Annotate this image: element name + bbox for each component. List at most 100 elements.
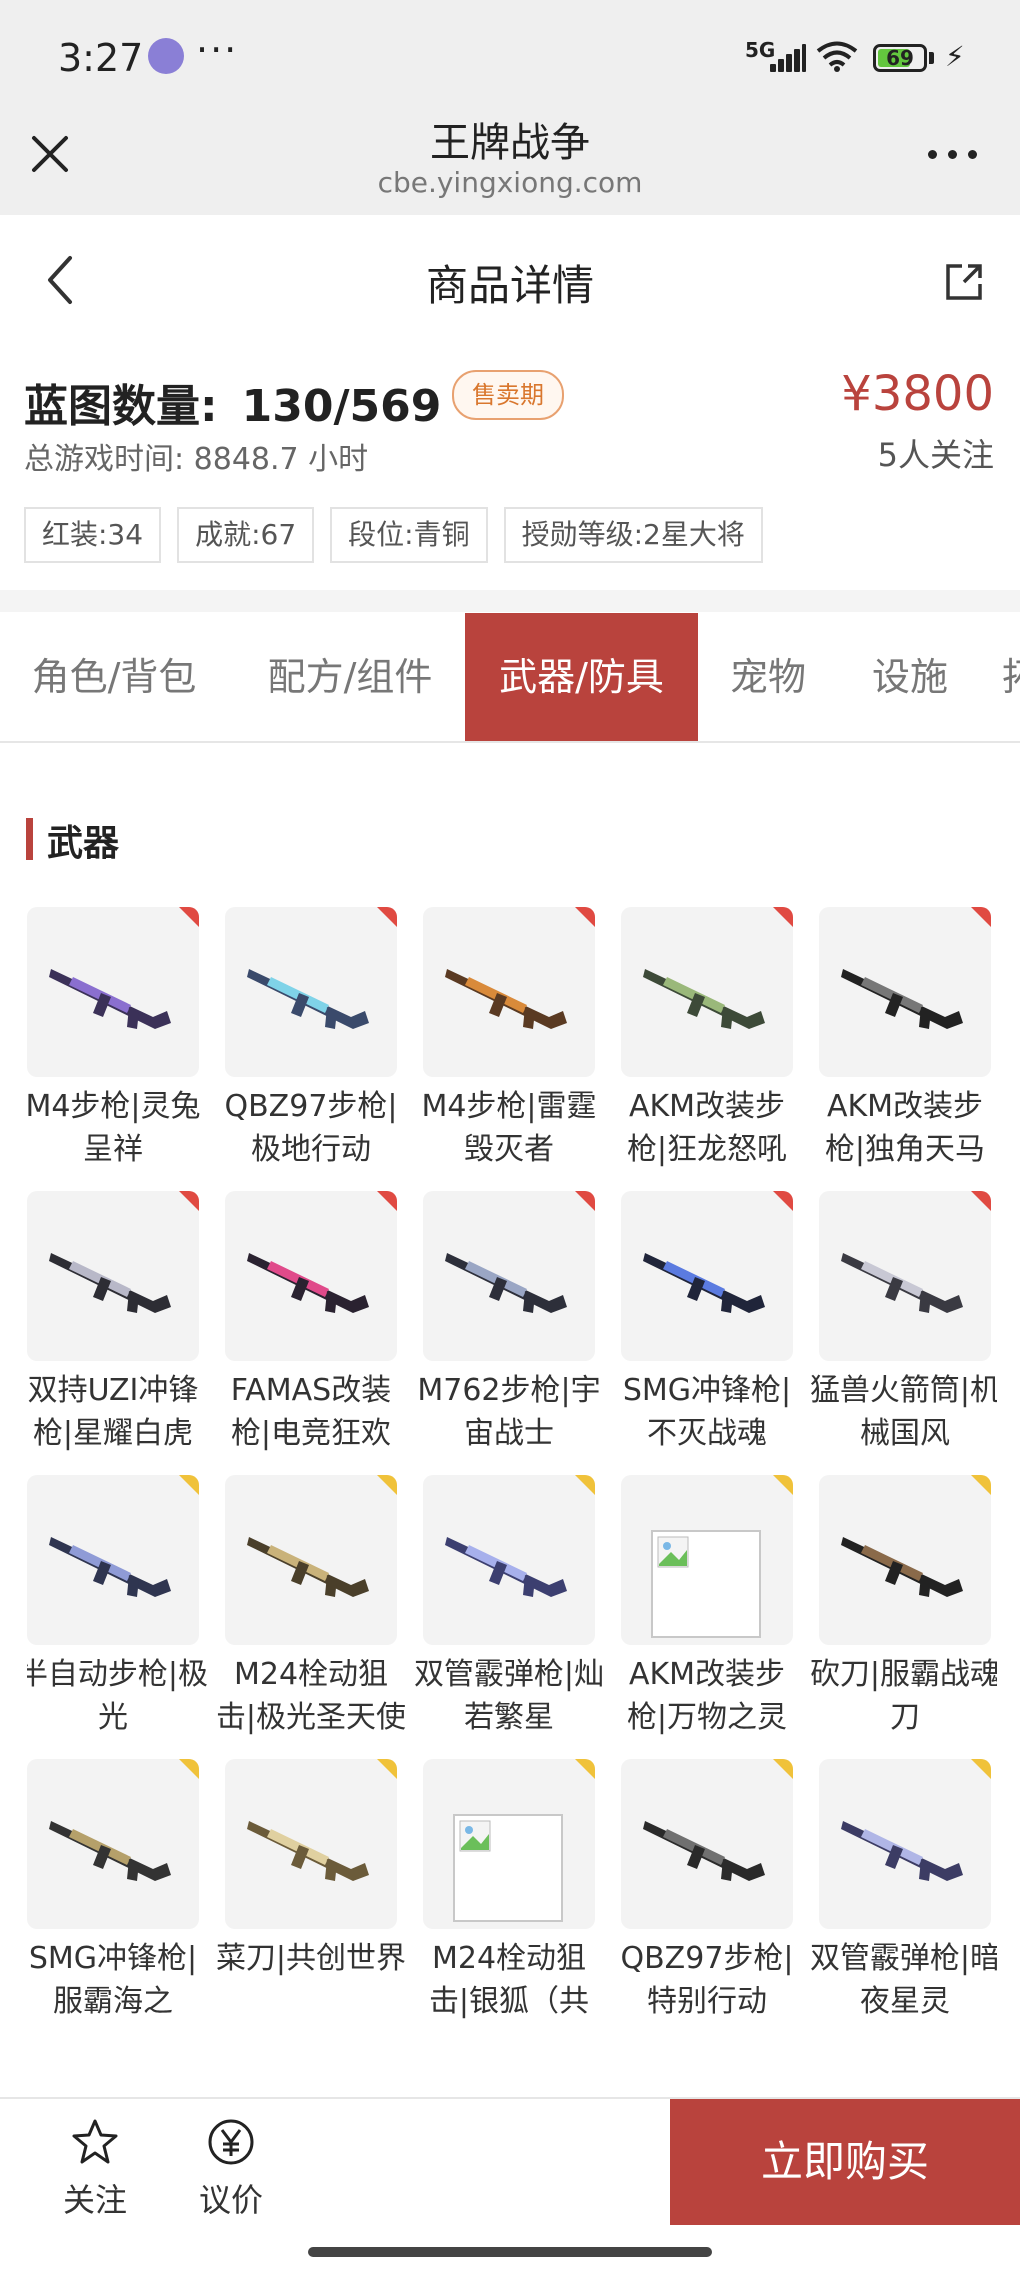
weapon-image <box>49 1537 171 1597</box>
broken-image-icon <box>459 1820 491 1852</box>
wifi-icon <box>816 41 858 72</box>
rarity-corner <box>773 1191 793 1211</box>
rarity-corner <box>377 1759 397 1779</box>
blueprint-count: 蓝图数量: 130/569 <box>24 370 441 434</box>
playtime: 总游戏时间: 8848.7 小时 <box>24 442 369 477</box>
weapon-name: SMG冲锋枪|服霸海之 <box>28 1941 198 2019</box>
weapon-thumbnail <box>423 1759 595 1929</box>
follow-label: 关注 <box>62 2181 127 2219</box>
rarity-corner <box>971 1191 991 1211</box>
weapon-thumbnail <box>27 1191 199 1361</box>
rarity-corner <box>971 1475 991 1495</box>
battery-icon: 69 <box>873 44 927 72</box>
weapon-image <box>247 1821 369 1881</box>
battery-cap <box>929 52 934 64</box>
weapon-name: AKM改装步枪|独角天马 <box>824 1089 986 1167</box>
weapon-thumbnail <box>27 1759 199 1929</box>
blueprint-label: 蓝图数量: <box>24 381 218 432</box>
weapon-thumbnail <box>225 1191 397 1361</box>
weapon-name: AKM改装步枪|狂龙怒吼 <box>626 1089 788 1167</box>
tab-facility[interactable]: 设施 <box>858 613 962 741</box>
weapon-thumbnail <box>621 907 793 1077</box>
rarity-corner <box>575 1475 595 1495</box>
share-icon[interactable] <box>942 260 986 304</box>
section-title: 武器 <box>47 823 120 864</box>
tag-achievement: 成就:67 <box>177 507 315 563</box>
weapon-name: M24栓动狙击|银狐（共 <box>428 1941 590 2019</box>
weapon-image <box>643 1821 765 1881</box>
weapon-image <box>643 1253 765 1313</box>
weapon-name: M24栓动狙击|极光圣天使 <box>215 1657 407 1735</box>
follow-button[interactable]: 关注 <box>52 2117 138 2221</box>
weapon-image <box>445 1253 567 1313</box>
weapon-thumbnail <box>621 1191 793 1361</box>
weapon-image <box>247 969 369 1029</box>
weapon-name: M762步枪|宇宙战士 <box>417 1373 601 1451</box>
tab-character-backpack[interactable]: 角色/背包 <box>0 613 228 741</box>
weapon-image <box>841 969 963 1029</box>
more-icon[interactable] <box>926 134 980 174</box>
charging-icon: ⚡ <box>945 40 965 73</box>
signal-icon <box>770 44 806 72</box>
weapon-thumbnail <box>819 1759 991 1929</box>
tab-recipe-component[interactable]: 配方/组件 <box>236 613 464 741</box>
rarity-corner <box>179 1759 199 1779</box>
weapon-thumbnail <box>621 1759 793 1929</box>
weapon-name: 双持UZI冲锋枪|星耀白虎 <box>27 1373 199 1451</box>
browser-url: cbe.yingxiong.com <box>377 166 643 199</box>
section-marker <box>26 818 33 860</box>
weapon-image <box>841 1537 963 1597</box>
bargain-button[interactable]: 议价 <box>188 2117 274 2221</box>
tab-pet[interactable]: 宠物 <box>718 613 818 741</box>
weapon-name: QBZ97步枪|特别行动 <box>620 1941 794 2019</box>
weapon-name: 半自动步枪|极光 <box>27 1657 209 1735</box>
tag-rank: 段位:青铜 <box>330 507 488 563</box>
weapon-image <box>841 1253 963 1313</box>
weapon-thumbnail <box>621 1475 793 1645</box>
rarity-corner <box>575 907 595 927</box>
weapon-name: AKM改装步枪|万物之灵 <box>626 1657 788 1735</box>
rarity-corner <box>179 907 199 927</box>
weapon-thumbnail <box>225 907 397 1077</box>
weapon-name: QBZ97步枪|极地行动 <box>224 1089 398 1167</box>
bargain-label: 议价 <box>198 2181 263 2219</box>
tab-more[interactable]: 拓 <box>1002 613 1020 741</box>
blueprint-value: 130/569 <box>241 381 442 432</box>
browser-title: 王牌战争 <box>430 120 590 166</box>
home-indicator <box>308 2247 712 2257</box>
rarity-corner <box>179 1191 199 1211</box>
weapon-thumbnail <box>423 907 595 1077</box>
tag-red-gear: 红装:34 <box>24 507 162 563</box>
tab-weapon-armor[interactable]: 武器/防具 <box>465 613 698 741</box>
weapon-name: 砍刀|服霸战魂刀 <box>809 1657 997 1735</box>
follower-count: 5人关注 <box>877 436 994 474</box>
weapon-thumbnail <box>819 907 991 1077</box>
rarity-corner <box>575 1759 595 1779</box>
broken-image-placeholder <box>453 1814 563 1922</box>
weapon-thumbnail <box>423 1475 595 1645</box>
rarity-corner <box>575 1191 595 1211</box>
weapon-name: 双管霰弹枪|灿若繁星 <box>413 1657 605 1735</box>
weapon-image <box>49 969 171 1029</box>
rarity-corner <box>377 907 397 927</box>
section-divider <box>0 590 1020 612</box>
weapon-thumbnail <box>423 1191 595 1361</box>
price: ¥3800 <box>841 366 994 422</box>
tag-list: 红装:34 成就:67 段位:青铜 授勋等级:2星大将 <box>24 507 763 563</box>
weapon-name: 猛兽火箭筒|机械国风 <box>809 1373 997 1451</box>
category-tabs: 角色/背包 配方/组件 武器/防具 宠物 设施 拓 <box>0 613 1020 743</box>
weapon-thumbnail <box>27 907 199 1077</box>
rarity-corner <box>971 907 991 927</box>
star-icon <box>72 2119 118 2164</box>
weapon-image <box>49 1253 171 1313</box>
weapon-thumbnail <box>225 1759 397 1929</box>
weapon-image <box>445 1537 567 1597</box>
weapon-name: M4步枪|灵兔呈祥 <box>27 1089 201 1167</box>
buy-now-button[interactable]: 立即购买 <box>670 2099 1020 2225</box>
rarity-corner <box>377 1475 397 1495</box>
status-time: 3:27 <box>58 36 144 80</box>
weapon-thumbnail <box>819 1475 991 1645</box>
rarity-corner <box>971 1759 991 1779</box>
status-more-indicator: ··· <box>196 28 239 72</box>
broken-image-icon <box>657 1536 689 1568</box>
